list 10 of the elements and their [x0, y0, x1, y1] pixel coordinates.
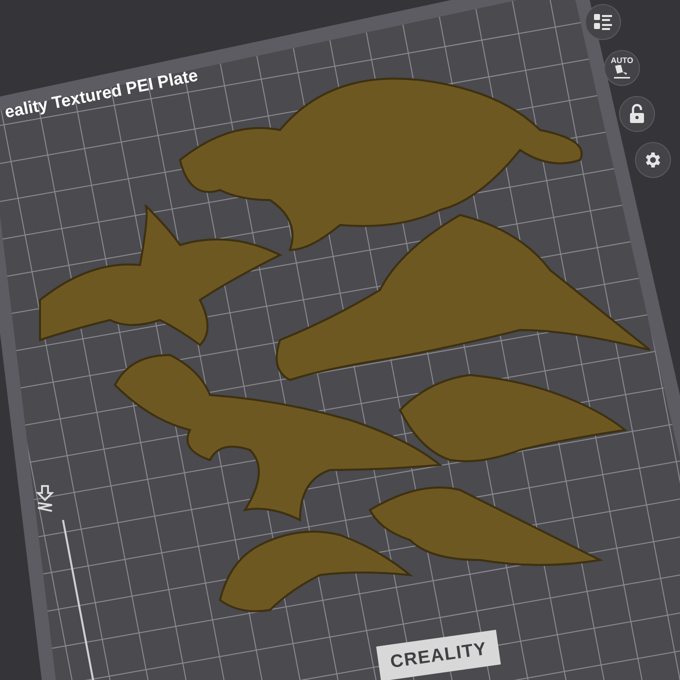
- settings-button[interactable]: [635, 142, 671, 178]
- arrange-icon: [613, 65, 631, 79]
- spring-icon: [34, 484, 56, 514]
- list-icon: [593, 12, 613, 32]
- padlock-icon: [629, 104, 645, 124]
- auto-arrange-button[interactable]: AUTO: [604, 50, 640, 86]
- plate-name: eality Textured PEI Plate: [2, 64, 200, 124]
- object-list-button[interactable]: [585, 4, 621, 40]
- lock-button[interactable]: [619, 96, 655, 132]
- settings-icon: [643, 150, 663, 170]
